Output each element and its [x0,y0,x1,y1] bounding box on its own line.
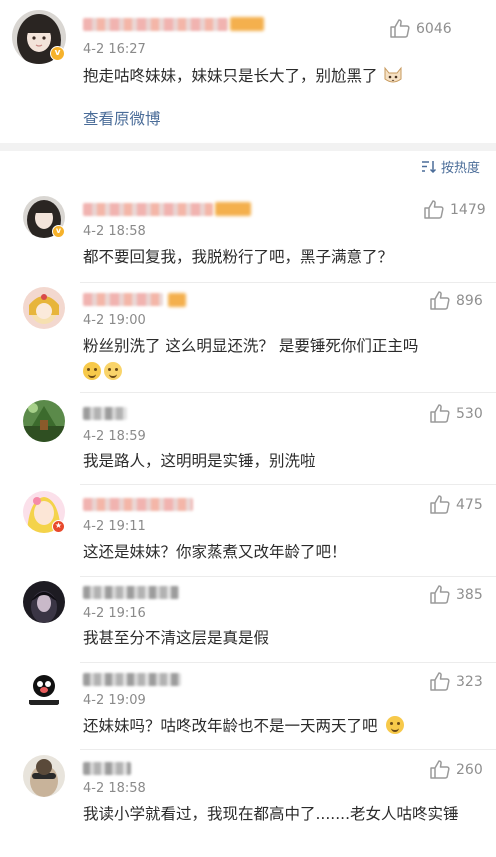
avatar[interactable] [23,400,65,442]
comment-time: 4-2 18:58 [83,224,146,239]
avatar[interactable] [23,287,65,329]
comment-like-button[interactable]: 896 [430,291,483,310]
thumbs-up-icon [430,495,450,514]
comment-like-button[interactable]: 260 [430,760,483,779]
username-blurred[interactable] [83,293,163,306]
section-divider [0,143,496,151]
divider [80,576,496,577]
comment-time: 4-2 19:11 [83,519,146,534]
divider [80,662,496,663]
comment-like-count: 530 [456,405,483,422]
comment-text: 粉丝别洗了 这么明显还洗？ 是要锤死你们正主吗 [83,333,483,385]
comment-like-count: 1479 [450,201,486,218]
sort-icon [422,161,437,173]
vip-badge-icon: ★ [52,520,65,533]
sweat-smile-emoji-icon [83,362,101,380]
username-blurred[interactable] [83,498,193,511]
level-badge-blurred [168,293,186,307]
comment-like-count: 475 [456,496,483,513]
cat-face-icon [384,66,402,83]
comment-text: 我甚至分不清这层是真是假 [83,629,270,647]
thumbs-up-icon [430,672,450,691]
username-blurred[interactable] [83,407,127,420]
comment-text: 我读小学就看过，我现在都高中了.......老女人咕咚实锤 [83,805,459,823]
username-blurred[interactable] [83,586,179,599]
comment-like-count: 896 [456,292,483,309]
username-blurred[interactable] [83,762,131,775]
comment-text: 都不要回复我，我脱粉行了吧，黑子满意了？ [83,248,394,266]
avatar[interactable] [23,581,65,623]
comment-text: 这还是妹妹？你家蒸煮又改年龄了吧！ [83,543,347,561]
sort-by-hot-button[interactable]: 按热度 [421,157,480,176]
comment-time: 4-2 18:59 [83,429,146,444]
comment-like-button[interactable]: 385 [430,585,483,604]
verified-badge-icon: v [50,46,65,61]
post-text-content: 抱走咕咚妹妹，妹妹只是长大了，别尬黑了 [83,67,378,85]
main-post: v 4-2 16:27 6046 抱走咕咚妹妹，妹妹只是长大了，别尬黑了 查看原… [0,0,496,143]
comment-text: 还妹妹吗？咕咚改年龄也不是一天两天了吧 [83,713,483,739]
divider [80,484,496,485]
comment-text: 我是路人，这明明是实锤，别洗啦 [83,452,316,470]
comment-time: 4-2 18:58 [83,781,146,796]
post-like-count: 6046 [416,20,452,37]
thumbs-up-icon [390,19,410,38]
thumbs-up-icon [430,291,450,310]
verified-badge-icon: v [52,225,65,238]
comment-like-button[interactable]: 530 [430,404,483,423]
comment-text-content: 粉丝别洗了 这么明显还洗？ 是要锤死你们正主吗 [83,337,419,355]
avatar[interactable] [23,668,65,710]
post-time: 4-2 16:27 [83,42,146,57]
comment-text-content: 还妹妹吗？咕咚改年龄也不是一天两天了吧 [83,717,378,735]
level-badge-blurred [230,17,264,31]
smirk-emoji-icon [104,362,122,380]
comment-time: 4-2 19:00 [83,313,146,328]
comment-time: 4-2 19:16 [83,606,146,621]
comment-like-count: 323 [456,673,483,690]
avatar[interactable] [23,755,65,797]
post-like-button[interactable]: 6046 [390,19,452,38]
username-blurred[interactable] [83,18,228,31]
thumbs-up-icon [424,200,444,219]
username-blurred[interactable] [83,673,181,686]
view-original-link[interactable]: 查看原微博 [83,107,161,129]
comment-like-count: 260 [456,761,483,778]
username-blurred[interactable] [83,203,213,216]
comment-like-button[interactable]: 475 [430,495,483,514]
thumbs-up-icon [430,760,450,779]
divider [80,392,496,393]
comment-like-count: 385 [456,586,483,603]
comment-like-button[interactable]: 1479 [424,200,486,219]
comment-time: 4-2 19:09 [83,693,146,708]
yum-emoji-icon [386,716,405,734]
level-badge-blurred [215,202,251,216]
comment-like-button[interactable]: 323 [430,672,483,691]
divider [80,282,496,283]
sort-label: 按热度 [441,161,481,176]
thumbs-up-icon [430,585,450,604]
divider [80,749,496,750]
post-text: 抱走咕咚妹妹，妹妹只是长大了，别尬黑了 [83,63,483,89]
thumbs-up-icon [430,404,450,423]
